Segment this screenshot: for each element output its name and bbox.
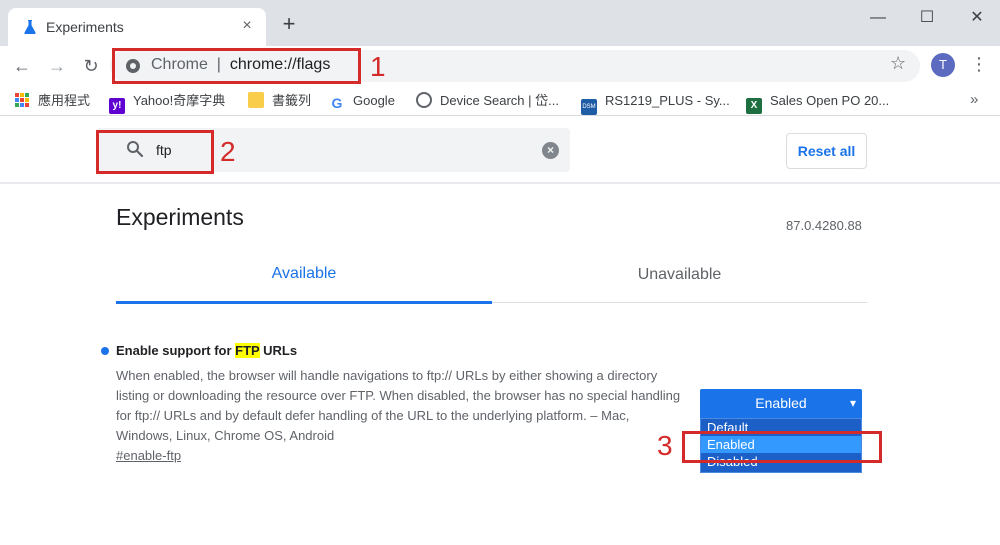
bookmark-star-icon[interactable]: ☆ bbox=[890, 53, 906, 74]
close-window-button[interactable]: ✕ bbox=[954, 4, 1000, 32]
header-divider bbox=[0, 182, 1000, 184]
more-bookmarks-icon[interactable]: » bbox=[970, 91, 978, 108]
menu-icon[interactable]: ⋮ bbox=[970, 53, 988, 75]
excel-icon: X bbox=[746, 98, 762, 114]
tab-experiments[interactable]: Experiments × bbox=[8, 8, 266, 46]
bookmark-dsm[interactable]: DSM RS1219_PLUS - Sy... bbox=[581, 92, 730, 115]
flask-icon bbox=[24, 20, 36, 34]
experiment-title: Enable support for FTP URLs bbox=[116, 343, 298, 358]
annotation-number-2: 2 bbox=[220, 136, 236, 167]
select-value: Enabled bbox=[755, 395, 807, 411]
folder-icon bbox=[248, 92, 264, 108]
chevron-down-icon: ▾ bbox=[849, 396, 856, 410]
clear-search-icon[interactable]: × bbox=[542, 142, 559, 159]
back-button[interactable]: ← bbox=[10, 54, 34, 78]
experiment-state-select[interactable]: Enabled ▾ bbox=[700, 389, 862, 418]
forward-button[interactable]: → bbox=[45, 54, 69, 78]
annotation-number-3: 3 bbox=[657, 430, 673, 461]
bookmark-device-search[interactable]: Device Search | 岱... bbox=[416, 92, 559, 110]
annotation-box-search bbox=[96, 130, 214, 174]
active-tab-indicator bbox=[116, 301, 492, 304]
modified-dot-icon bbox=[101, 347, 109, 355]
reset-all-button[interactable]: Reset all bbox=[786, 133, 867, 169]
device-search-icon bbox=[416, 92, 432, 108]
bookmark-google[interactable]: G Google bbox=[329, 92, 395, 111]
tab-unavailable[interactable]: Unavailable bbox=[492, 266, 867, 284]
annotation-box-address bbox=[112, 48, 361, 84]
tab-strip: Experiments × + — ☐ ✕ bbox=[0, 0, 1000, 46]
annotation-number-1: 1 bbox=[370, 51, 386, 82]
new-tab-button[interactable]: + bbox=[278, 13, 300, 35]
version-label: 87.0.4280.88 bbox=[786, 218, 862, 233]
search-match-highlight: FTP bbox=[235, 343, 260, 358]
tab-available[interactable]: Available bbox=[116, 265, 492, 283]
bookmark-yahoo[interactable]: y! Yahoo!奇摩字典 bbox=[109, 92, 225, 114]
bookmark-excel[interactable]: X Sales Open PO 20... bbox=[746, 92, 889, 114]
experiment-permalink[interactable]: #enable-ftp bbox=[116, 448, 181, 463]
google-icon: G bbox=[331, 95, 343, 111]
apps-grid-icon bbox=[15, 93, 29, 107]
page-title: Experiments bbox=[116, 204, 244, 230]
dsm-icon: DSM bbox=[581, 99, 597, 115]
bookmark-folder[interactable]: 書籤列 bbox=[248, 92, 311, 110]
reload-button[interactable]: ↻ bbox=[79, 54, 103, 78]
bookmark-apps[interactable]: 應用程式 bbox=[14, 92, 90, 110]
bookmarks-bar: 應用程式 y! Yahoo!奇摩字典 書籤列 G Google Device Sea… bbox=[0, 86, 1000, 116]
annotation-box-enabled bbox=[682, 431, 882, 463]
yahoo-icon: y! bbox=[109, 98, 125, 114]
profile-avatar[interactable]: T bbox=[931, 53, 955, 77]
tab-close-icon[interactable]: × bbox=[238, 17, 256, 35]
maximize-button[interactable]: ☐ bbox=[904, 4, 950, 32]
tab-title: Experiments bbox=[46, 19, 124, 35]
experiment-description: When enabled, the browser will handle na… bbox=[116, 368, 681, 443]
minimize-button[interactable]: — bbox=[855, 4, 901, 32]
